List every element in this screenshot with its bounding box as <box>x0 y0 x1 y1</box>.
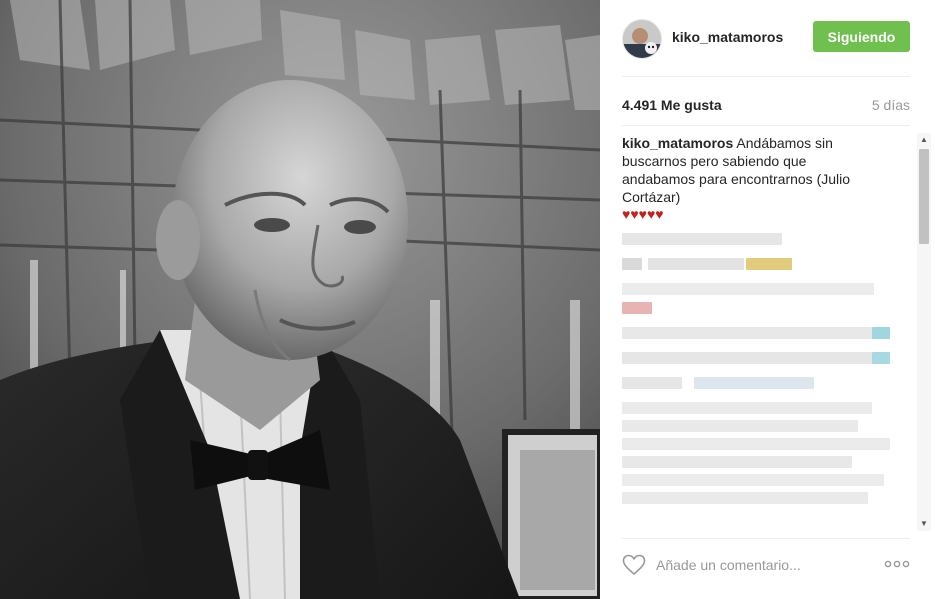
like-button[interactable] <box>622 554 646 576</box>
comment-bar <box>622 548 912 582</box>
user-avatar[interactable] <box>622 19 662 59</box>
post-photo[interactable] <box>0 0 600 599</box>
post-details-panel: kiko_matamoros Siguiendo 4.491 Me gusta … <box>600 0 935 599</box>
pixelated-comment <box>622 258 914 270</box>
post-caption: kiko_matamoros Andábamos sin buscarnos p… <box>622 134 872 223</box>
more-options-button[interactable] <box>884 556 910 572</box>
pixelated-comment <box>622 302 914 314</box>
pixelated-comments <box>622 233 914 504</box>
header-divider <box>622 76 910 77</box>
comments-list: kiko_matamoros Andábamos sin buscarnos p… <box>622 134 914 532</box>
heart-outline-icon <box>622 554 646 576</box>
following-button[interactable]: Siguiendo <box>813 21 910 52</box>
scrollbar-thumb[interactable] <box>919 149 929 244</box>
avatar-image <box>623 20 661 58</box>
pixelated-comment <box>622 283 914 295</box>
pixelated-comment <box>622 402 914 414</box>
likes-divider <box>622 125 910 126</box>
arrow-up-icon[interactable]: ▲ <box>917 133 931 147</box>
post-username[interactable]: kiko_matamoros <box>672 29 783 45</box>
post-photo-image <box>0 0 600 599</box>
pixelated-comment <box>622 492 914 504</box>
post-time[interactable]: 5 días <box>872 97 910 113</box>
pixelated-comment <box>622 474 914 486</box>
caption-hearts: ♥♥♥♥♥ <box>622 206 664 222</box>
comments-scrollbar[interactable]: ▲ ▼ <box>917 133 931 531</box>
ellipsis-icon <box>884 560 910 568</box>
post-header: kiko_matamoros Siguiendo <box>622 17 910 59</box>
pixelated-comment <box>622 233 914 245</box>
comment-input[interactable] <box>656 552 866 578</box>
likes-count[interactable]: 4.491 Me gusta <box>622 97 722 113</box>
pixelated-comment <box>622 420 914 432</box>
pixelated-comment <box>622 456 914 468</box>
pixelated-comment <box>622 438 914 450</box>
pixelated-comment <box>622 377 914 389</box>
pixelated-comment <box>622 352 914 364</box>
arrow-down-icon[interactable]: ▼ <box>917 517 931 531</box>
pixelated-comment <box>622 327 914 339</box>
caption-author[interactable]: kiko_matamoros <box>622 135 733 151</box>
comments-divider <box>622 538 910 539</box>
